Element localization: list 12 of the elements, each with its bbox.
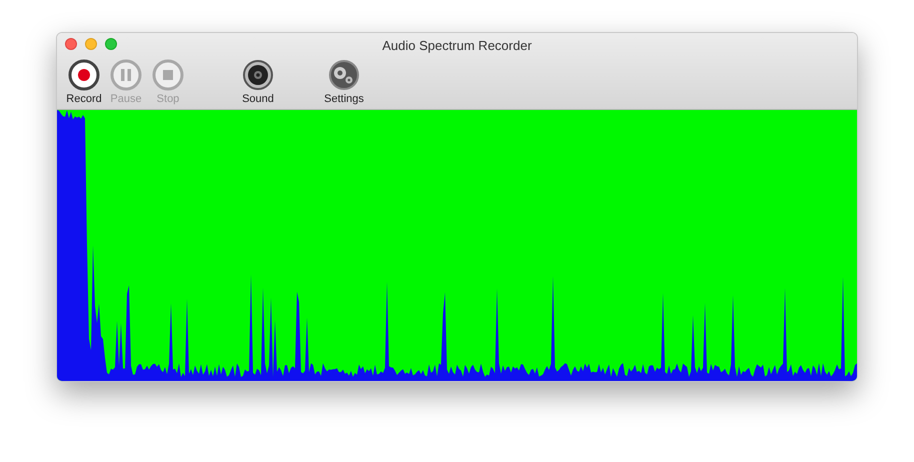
toolbar-button[interactable]: Record [63,59,105,105]
record-icon [68,59,100,91]
window-title: Audio Spectrum Recorder [382,37,532,56]
gears-icon [328,59,360,91]
toolbar-button[interactable]: Sound [233,59,283,105]
minimize-button[interactable] [85,38,97,50]
close-button[interactable] [65,38,77,50]
pause-icon [110,59,142,91]
stop-icon [152,59,184,91]
toolbar-button[interactable]: Settings [319,59,369,105]
zoom-button[interactable] [105,38,117,50]
speaker-icon [242,59,274,91]
